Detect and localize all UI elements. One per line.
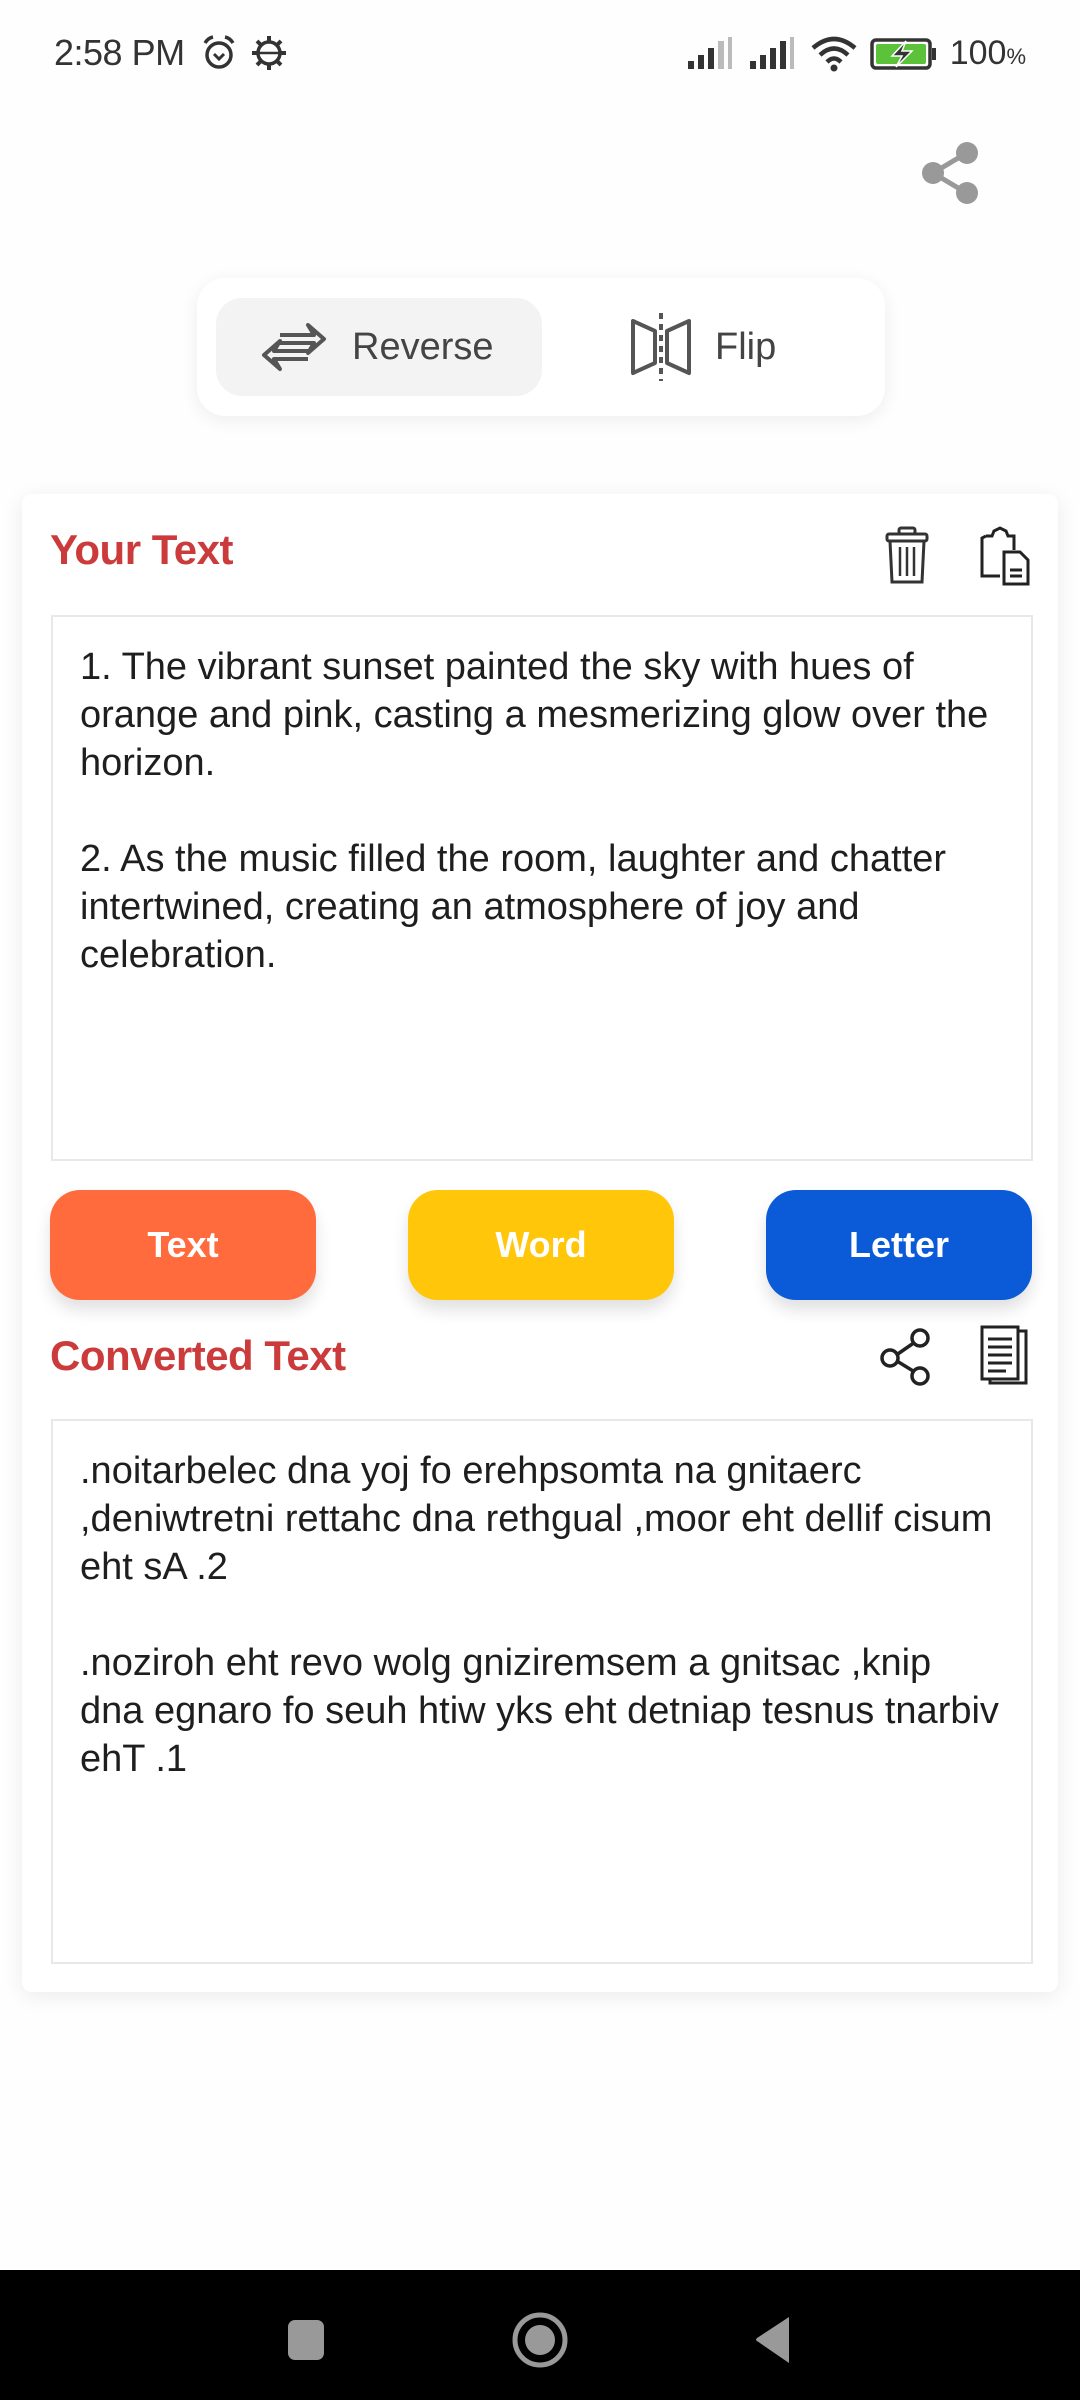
trash-icon: [885, 526, 929, 584]
share-icon: [880, 1328, 930, 1386]
battery-charging-icon: [869, 37, 936, 70]
settings-icon: [252, 36, 286, 70]
output-paragraph: .noitarbelec dna yoj fo erehpsomta na gn…: [80, 1450, 1004, 1588]
converted-text-title: Converted Text: [50, 1332, 346, 1379]
paste-button[interactable]: [972, 520, 1036, 592]
mode-flip-label: Flip: [715, 325, 777, 368]
back-icon: [756, 2317, 789, 2363]
convert-letter-button[interactable]: Letter: [766, 1190, 1032, 1300]
wifi-icon: [811, 36, 857, 71]
convert-word-button[interactable]: Word: [408, 1190, 674, 1300]
mode-flip-button[interactable]: Flip: [617, 298, 857, 396]
convert-text-label: Text: [147, 1224, 219, 1265]
output-text-area[interactable]: .noitarbelec dna yoj fo erehpsomta na gn…: [51, 1419, 1033, 1964]
copy-icon: [980, 1325, 1028, 1385]
recents-icon: [288, 2320, 324, 2360]
status-left-icons: [200, 34, 288, 72]
mode-reverse-label: Reverse: [352, 325, 494, 368]
home-button[interactable]: [500, 2310, 580, 2370]
recents-button[interactable]: [266, 2310, 346, 2370]
navigation-bar: [0, 2270, 1080, 2400]
alarm-icon: [203, 35, 235, 69]
signal-sim1-icon: [687, 36, 732, 69]
converter-card: Your Text 1. The vibrant sunset painted …: [22, 494, 1058, 1992]
signal-sim2-icon: [749, 36, 794, 69]
your-text-title: Your Text: [50, 526, 233, 573]
mirror-flip-icon: [631, 313, 691, 381]
mode-switch: Reverse Flip: [197, 278, 885, 416]
clear-button[interactable]: [875, 520, 939, 592]
battery-percent: 100%: [949, 34, 1026, 72]
top-share-button[interactable]: [912, 135, 988, 211]
convert-text-button[interactable]: Text: [50, 1190, 316, 1300]
mode-reverse-button[interactable]: Reverse: [216, 298, 542, 396]
status-bar: 2:58 PM 100%: [0, 0, 1080, 110]
input-paragraph: 2. As the music filled the room, laughte…: [80, 838, 957, 976]
back-button[interactable]: [733, 2310, 813, 2370]
convert-word-label: Word: [495, 1224, 587, 1265]
share-output-button[interactable]: [874, 1320, 938, 1392]
input-text-area[interactable]: 1. The vibrant sunset painted the sky wi…: [51, 615, 1033, 1161]
home-icon: [512, 2312, 568, 2368]
copy-output-button[interactable]: [972, 1320, 1036, 1392]
status-time: 2:58 PM: [54, 32, 185, 73]
convert-letter-label: Letter: [848, 1224, 950, 1265]
share-icon: [922, 142, 978, 204]
input-paragraph: 1. The vibrant sunset painted the sky wi…: [80, 646, 999, 784]
paste-icon: [980, 526, 1030, 586]
swap-arrows-icon: [262, 323, 326, 371]
output-paragraph: .noziroh eht revo wolg gniziremsem a gni…: [80, 1642, 1010, 1780]
status-right: 100%: [686, 34, 1026, 73]
